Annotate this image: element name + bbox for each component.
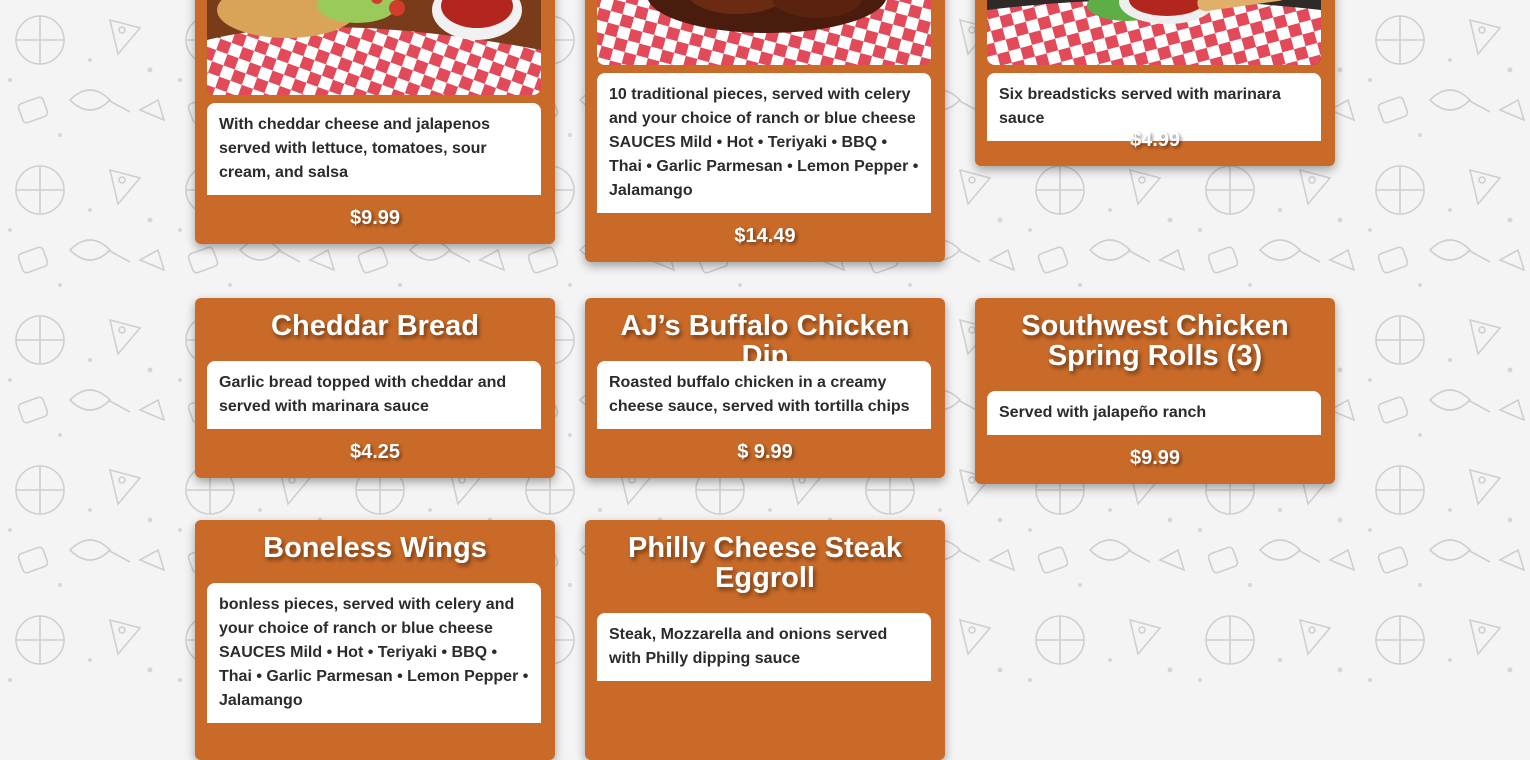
- menu-item-price: $9.99: [349, 207, 401, 229]
- menu-item-price: $14.49: [734, 225, 796, 247]
- menu-item-price: $4.25: [349, 441, 401, 463]
- menu-card-spring-rolls: Southwest Chicken Spring Rolls (3) Serve…: [975, 298, 1335, 484]
- menu-item-price: $4.99: [1129, 129, 1181, 151]
- menu-item-title: Southwest Chicken Spring Rolls (3): [1021, 310, 1289, 372]
- menu-item-price: $9.99: [1129, 447, 1181, 469]
- menu-item-description: Served with jalapeño ranch: [987, 391, 1321, 435]
- menu-item-price: $ 9.99: [737, 441, 793, 463]
- menu-item-description: With cheddar cheese and jalapenos served…: [207, 103, 541, 195]
- breadsticks-photo: [987, 0, 1321, 65]
- nachos-photo: [207, 0, 541, 95]
- menu-card-buffalo-chicken-dip: AJ’s Buffalo Chicken Dip Roasted buffalo…: [585, 298, 945, 478]
- menu-item-description: Roasted buffalo chicken in a creamy chee…: [597, 361, 931, 429]
- menu-item-description: bonless pieces, served with celery and y…: [207, 583, 541, 723]
- menu-card-breadsticks: Six breadsticks served with marinara sau…: [975, 0, 1335, 166]
- menu-item-title: Boneless Wings: [263, 532, 487, 564]
- menu-item-description: Garlic bread topped with cheddar and ser…: [207, 361, 541, 429]
- food-basket-image: [207, 0, 541, 95]
- menu-card-cheddar-bread: Cheddar Bread Garlic bread topped with c…: [195, 298, 555, 478]
- menu-item-description: 10 traditional pieces, served with celer…: [597, 73, 931, 213]
- food-basket-image: [987, 0, 1321, 65]
- menu-card-nachos: With cheddar cheese and jalapenos served…: [195, 0, 555, 244]
- food-basket-image: [597, 0, 931, 65]
- menu-card-traditional-wings: 10 traditional pieces, served with celer…: [585, 0, 945, 262]
- menu-item-description: Steak, Mozzarella and onions served with…: [597, 613, 931, 681]
- menu-card-boneless-wings: Boneless Wings bonless pieces, served wi…: [195, 520, 555, 760]
- wings-photo: [597, 0, 931, 65]
- menu-card-philly-eggroll: Philly Cheese Steak Eggroll Steak, Mozza…: [585, 520, 945, 760]
- menu-item-title: Philly Cheese Steak Eggroll: [627, 532, 903, 594]
- menu-item-title: Cheddar Bread: [271, 310, 479, 342]
